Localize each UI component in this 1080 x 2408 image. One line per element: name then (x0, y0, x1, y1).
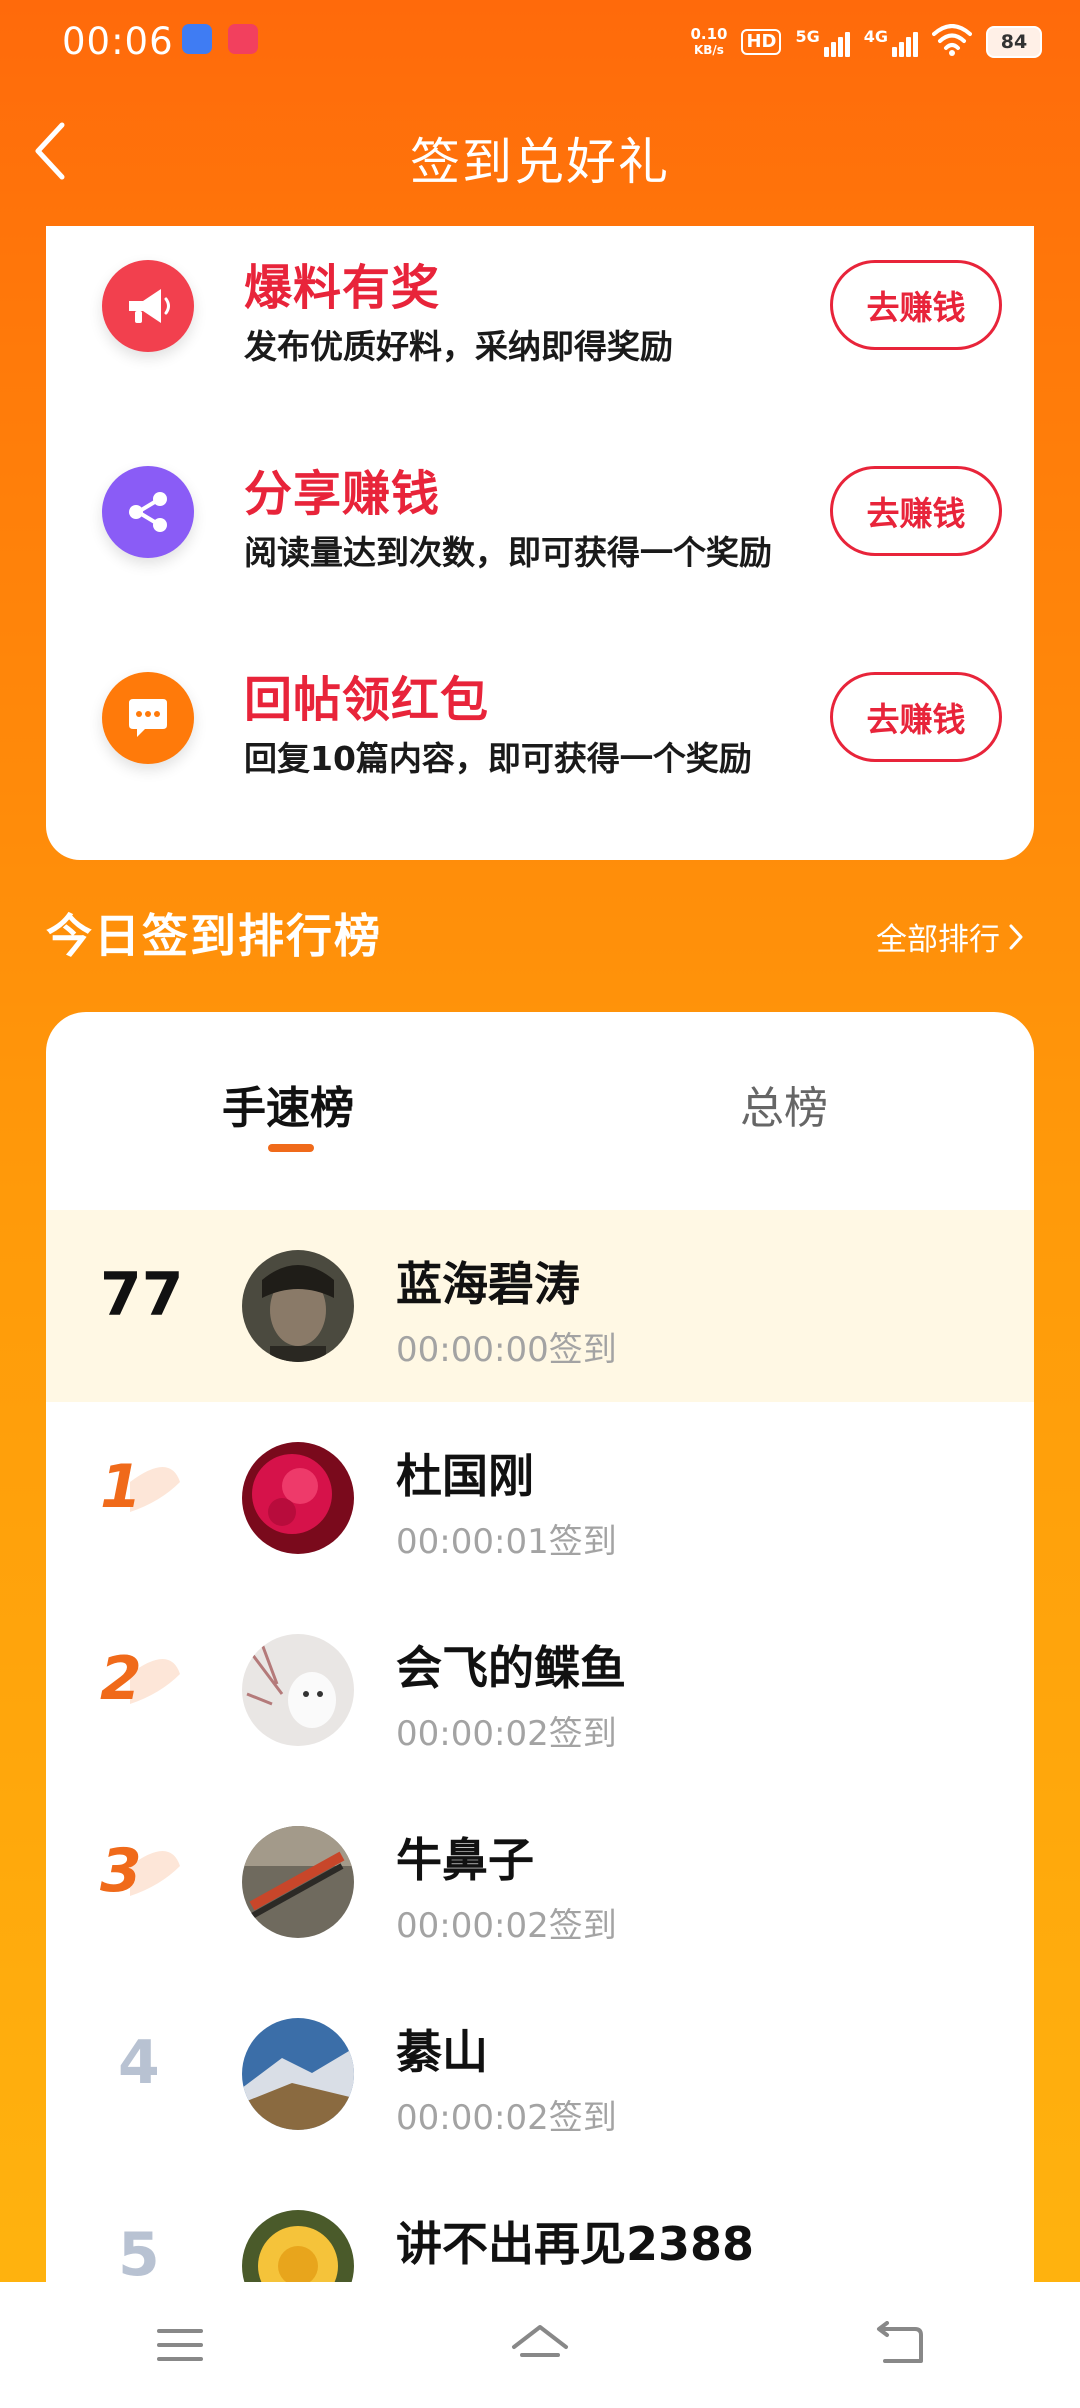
status-time: 00:06 (62, 20, 174, 63)
chevron-right-icon (1009, 924, 1023, 949)
network-speed: 0.10 KB/s (690, 25, 728, 57)
megaphone-icon (102, 260, 194, 352)
user-name: 蓝海碧涛 (396, 1257, 580, 1311)
rank-number: 3 (100, 1836, 142, 1906)
user-name: 讲不出再见2388 (396, 2217, 755, 2271)
table-row[interactable]: 2 会飞的鲽鱼 00:00:02签到 (46, 1594, 1034, 1786)
earn-button[interactable]: 去赚钱 (830, 466, 1002, 556)
chat-icon (102, 672, 194, 764)
back-icon (877, 2321, 923, 2363)
ranking-title: 今日签到排行榜 (46, 909, 382, 963)
system-nav-bar (0, 2282, 1080, 2408)
task-row-share: 分享赚钱 阅读量达到次数，即可获得一个奖励 去赚钱 (46, 432, 1034, 612)
checkin-time: 00:00:02签到 (396, 1714, 617, 1754)
app-header: 签到兑好礼 (0, 86, 1080, 226)
table-row[interactable]: 3 牛鼻子 00:00:02签到 (46, 1786, 1034, 1978)
app-notification-icon-2 (228, 24, 258, 54)
user-name: 綦山 (396, 2025, 488, 2079)
task-row-tip: 爆料有奖 发布优质好料，采纳即得奖励 去赚钱 (46, 226, 1034, 406)
avatar (242, 1634, 354, 1746)
checkin-time: 00:00:01签到 (396, 1522, 617, 1562)
signal-4g-icon: 4G (864, 27, 918, 57)
back-nav-button[interactable] (840, 2295, 960, 2395)
app-notification-icon (182, 24, 212, 54)
battery-icon: 84 (986, 26, 1042, 58)
signal-5g-icon: 5G (795, 27, 850, 57)
user-name: 会飞的鲽鱼 (396, 1641, 626, 1695)
all-ranking-link[interactable]: 全部排行 (876, 914, 1024, 959)
task-title: 爆料有奖 (244, 260, 441, 316)
rank-number: 2 (100, 1644, 142, 1714)
task-card: 爆料有奖 发布优质好料，采纳即得奖励 去赚钱 分享赚钱 阅读量达到次数，即可获得… (46, 226, 1034, 860)
task-row-reply: 回帖领红包 回复10篇内容，即可获得一个奖励 去赚钱 (46, 638, 1034, 818)
table-row[interactable]: 1 杜国刚 00:00:01签到 (46, 1402, 1034, 1594)
menu-button[interactable] (120, 2295, 240, 2395)
hd-icon: HD (741, 29, 782, 55)
avatar (242, 1826, 354, 1938)
user-name: 牛鼻子 (396, 1833, 534, 1887)
ranking-card: 手速榜 总榜 77 蓝海碧涛 00:00:00签到 1 杜国刚 00:00:01… (46, 1012, 1034, 2408)
checkin-time: 00:00:02签到 (396, 1906, 617, 1946)
tab-total[interactable]: 总榜 (740, 1072, 828, 1136)
tab-speed[interactable]: 手速榜 (222, 1072, 354, 1136)
home-button[interactable] (480, 2295, 600, 2395)
task-title: 回帖领红包 (244, 672, 490, 728)
task-title: 分享赚钱 (244, 466, 441, 522)
rank-number: 1 (100, 1452, 142, 1522)
task-desc: 发布优质好料，采纳即得奖励 (244, 327, 673, 366)
avatar (242, 1442, 354, 1554)
checkin-time: 00:00:02签到 (396, 2098, 617, 2138)
rank-number: 77 (100, 1260, 184, 1330)
page-title: 签到兑好礼 (410, 133, 670, 191)
earn-button[interactable]: 去赚钱 (830, 260, 1002, 350)
user-name: 杜国刚 (396, 1449, 534, 1503)
task-desc: 回复10篇内容，即可获得一个奖励 (244, 739, 752, 778)
menu-icon (157, 2329, 203, 2361)
table-row-self[interactable]: 77 蓝海碧涛 00:00:00签到 (46, 1210, 1034, 1402)
status-indicators: 0.10 KB/s HD 5G 4G 84 (690, 18, 1042, 66)
share-icon (102, 466, 194, 558)
task-desc: 阅读量达到次数，即可获得一个奖励 (244, 533, 772, 572)
avatar (242, 1250, 354, 1362)
status-bar: 00:06 0.10 KB/s HD 5G 4G 84 (0, 0, 1080, 86)
wifi-icon (932, 24, 972, 60)
home-icon (512, 2325, 568, 2357)
active-tab-indicator (268, 1144, 314, 1152)
checkin-time: 00:00:00签到 (396, 1330, 617, 1370)
earn-button[interactable]: 去赚钱 (830, 672, 1002, 762)
rank-number: 4 (118, 2028, 160, 2098)
avatar (242, 2018, 354, 2130)
all-ranking-label: 全部排行 (876, 922, 1000, 958)
rank-number: 5 (118, 2220, 160, 2290)
table-row[interactable]: 4 綦山 00:00:02签到 (46, 1978, 1034, 2170)
